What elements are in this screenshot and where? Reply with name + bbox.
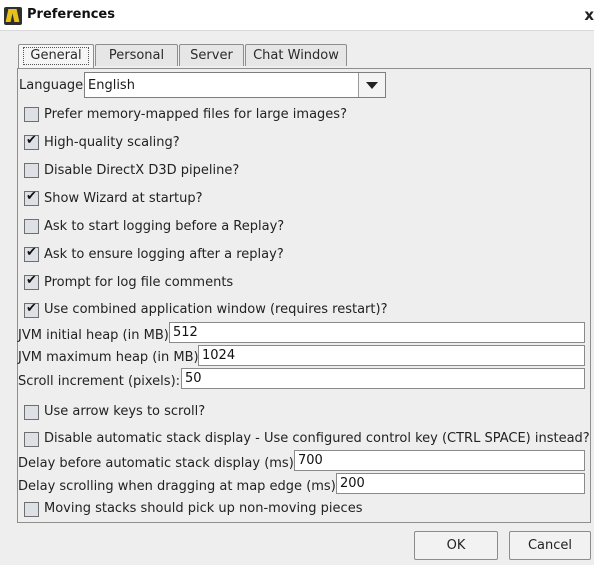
tab-personal[interactable]: Personal xyxy=(95,44,178,66)
title-bar: Preferences x xyxy=(0,0,594,31)
checkbox-high-quality-scaling[interactable] xyxy=(24,133,39,150)
checkbox-ensure-logging[interactable] xyxy=(24,245,39,262)
jvm-max-heap-input[interactable]: 1024 xyxy=(198,345,585,366)
tab-general[interactable]: General xyxy=(18,44,94,68)
checkbox-label: Use arrow keys to scroll? xyxy=(44,404,206,419)
stack-delay-label: Delay before automatic stack display (ms… xyxy=(18,456,299,471)
checkbox-label: Prompt for log file comments xyxy=(44,275,234,290)
drag-delay-label: Delay scrolling when dragging at map edg… xyxy=(18,479,341,494)
jvm-initial-heap-input[interactable]: 512 xyxy=(169,322,585,343)
language-select[interactable]: English xyxy=(84,72,386,98)
checkbox-log-comments[interactable] xyxy=(24,273,39,290)
checkbox-start-logging[interactable] xyxy=(24,219,39,234)
jvm-max-heap-label: JVM maximum heap (in MB): xyxy=(18,350,203,365)
tab-chat-window[interactable]: Chat Window xyxy=(245,44,347,66)
checkbox-label: Show Wizard at startup? xyxy=(44,191,203,206)
drag-delay-input[interactable]: 200 xyxy=(336,473,585,494)
checkbox-label: Prefer memory-mapped files for large ima… xyxy=(44,107,347,122)
app-logo-icon xyxy=(4,7,22,25)
preferences-window: Preferences x General Personal Server Ch… xyxy=(0,0,594,565)
checkbox-label: Disable automatic stack display - Use co… xyxy=(44,431,590,446)
window-title: Preferences xyxy=(27,7,115,22)
scroll-increment-label: Scroll increment (pixels): xyxy=(18,374,181,389)
cancel-button[interactable]: Cancel xyxy=(509,531,591,560)
checkbox-label: High-quality scaling? xyxy=(44,135,180,150)
language-label: Language xyxy=(19,78,84,93)
checkbox-moving-stacks[interactable] xyxy=(24,502,39,517)
checkbox-label: Use combined application window (require… xyxy=(44,302,388,317)
checkbox-label: Ask to start logging before a Replay? xyxy=(44,219,285,234)
stack-delay-input[interactable]: 700 xyxy=(294,450,585,471)
checkbox-label: Ask to ensure logging after a replay? xyxy=(44,247,284,262)
checkbox-disable-directx[interactable] xyxy=(24,163,39,178)
language-value: English xyxy=(88,78,135,93)
scroll-increment-input[interactable]: 50 xyxy=(181,368,585,389)
tab-server[interactable]: Server xyxy=(179,44,244,66)
checkbox-memory-mapped[interactable] xyxy=(24,107,39,122)
checkbox-label: Moving stacks should pick up non-moving … xyxy=(44,501,363,516)
ok-button[interactable]: OK xyxy=(414,531,498,560)
checkbox-combined-window[interactable] xyxy=(24,301,39,318)
checkbox-arrow-keys-scroll[interactable] xyxy=(24,405,39,420)
checkbox-show-wizard[interactable] xyxy=(24,189,39,206)
checkbox-label: Disable DirectX D3D pipeline? xyxy=(44,163,240,178)
jvm-initial-heap-label: JVM initial heap (in MB): xyxy=(18,328,174,343)
checkbox-disable-stack-display[interactable] xyxy=(24,432,39,447)
chevron-down-icon[interactable] xyxy=(358,73,385,97)
close-icon[interactable]: x xyxy=(584,6,594,24)
